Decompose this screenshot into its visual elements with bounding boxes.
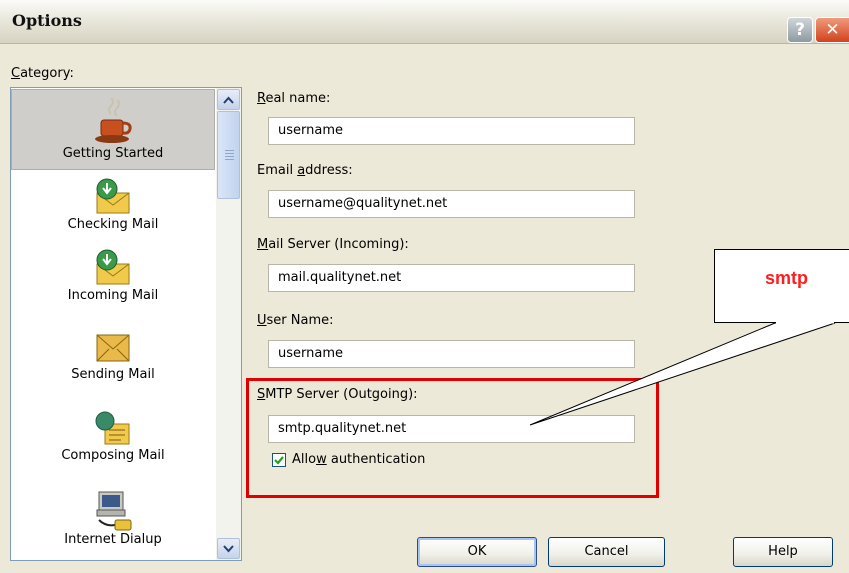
callout-pointer-mask [776, 321, 834, 324]
